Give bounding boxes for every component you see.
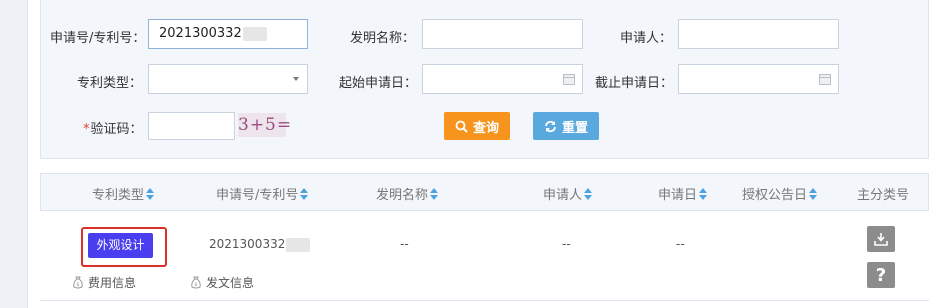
sort-icon[interactable]	[430, 187, 439, 200]
fee-info-link[interactable]: $ 费用信息	[72, 274, 136, 291]
column-header-label: 申请日	[658, 188, 698, 203]
invention-name-label: 发明名称：	[350, 31, 416, 46]
column-header-main-class: 主分类号	[857, 184, 909, 203]
svg-text:$: $	[76, 282, 79, 288]
application-no-input[interactable]: 2021300332	[148, 19, 308, 49]
start-date-label: 起始申请日：	[339, 76, 418, 91]
sort-icon[interactable]	[584, 187, 593, 200]
end-date-label: 截止申请日：	[595, 76, 674, 91]
invention-name-cell: --	[400, 237, 409, 251]
application-no-label: 申请号/专利号：	[50, 31, 146, 46]
applicant-label: 申请人：	[620, 31, 673, 46]
query-button[interactable]: 查询	[444, 112, 510, 140]
help-icon: ?	[875, 264, 887, 286]
sort-icon[interactable]	[146, 187, 155, 200]
captcha-input[interactable]	[148, 112, 235, 140]
patent-type-badge[interactable]: 外观设计	[88, 233, 153, 258]
left-rail	[0, 0, 28, 308]
patent-type-label: 专利类型：	[77, 76, 143, 91]
query-button-label: 查询	[472, 120, 499, 136]
column-header-grant-date[interactable]: 授权公告日	[742, 184, 818, 203]
application-no-value: 2021300332	[159, 26, 242, 41]
money-bag-icon: $	[191, 276, 201, 289]
required-mark: *	[83, 122, 90, 137]
download-icon	[874, 233, 888, 246]
application-no-cell-value: 2021300332	[209, 237, 286, 251]
column-header-label: 专利类型	[92, 188, 145, 203]
download-button[interactable]	[867, 226, 895, 252]
masked-digits	[242, 26, 267, 41]
application-no-cell: 2021300332	[209, 237, 311, 252]
help-button[interactable]: ?	[867, 262, 895, 288]
applicant-input[interactable]	[678, 19, 839, 49]
table-row	[40, 211, 929, 301]
column-header-label: 发明名称	[376, 188, 429, 203]
sort-icon[interactable]	[809, 187, 818, 200]
calendar-icon[interactable]	[563, 74, 575, 85]
column-header-invention-name[interactable]: 发明名称	[376, 184, 439, 203]
patent-type-select[interactable]	[148, 64, 308, 94]
captcha-label-text: 验证码：	[90, 122, 143, 137]
masked-digits	[286, 237, 311, 252]
column-header-patent-type[interactable]: 专利类型	[92, 184, 155, 203]
sort-icon[interactable]	[699, 187, 708, 200]
end-date-input[interactable]	[678, 64, 839, 94]
column-header-application-date[interactable]: 申请日	[658, 184, 708, 203]
reset-button[interactable]: 重置	[533, 112, 599, 140]
column-header-application-no[interactable]: 申请号/专利号	[216, 184, 309, 203]
reset-button-label: 重置	[561, 120, 588, 136]
captcha-label: *验证码：	[83, 118, 143, 137]
money-bag-icon: $	[73, 276, 83, 289]
column-header-label: 授权公告日	[742, 188, 808, 203]
refresh-icon	[545, 120, 556, 132]
fee-info-label: 费用信息	[88, 276, 137, 290]
sort-icon[interactable]	[300, 187, 309, 200]
column-header-applicant[interactable]: 申请人	[543, 184, 593, 203]
search-icon	[455, 120, 468, 133]
start-date-input[interactable]	[422, 64, 583, 94]
column-header-label: 申请号/专利号	[216, 188, 299, 203]
applicant-cell: --	[562, 237, 571, 251]
doc-info-label: 发文信息	[206, 276, 255, 290]
doc-info-link[interactable]: $ 发文信息	[190, 274, 254, 291]
invention-name-input[interactable]	[422, 19, 583, 49]
column-header-label: 申请人	[543, 188, 583, 203]
captcha-image[interactable]: 3+5=	[238, 113, 291, 137]
svg-text:$: $	[194, 282, 197, 288]
application-date-cell: --	[676, 237, 685, 251]
column-header-label: 主分类号	[857, 188, 910, 203]
calendar-icon[interactable]	[819, 74, 831, 85]
chevron-down-icon	[293, 77, 299, 81]
